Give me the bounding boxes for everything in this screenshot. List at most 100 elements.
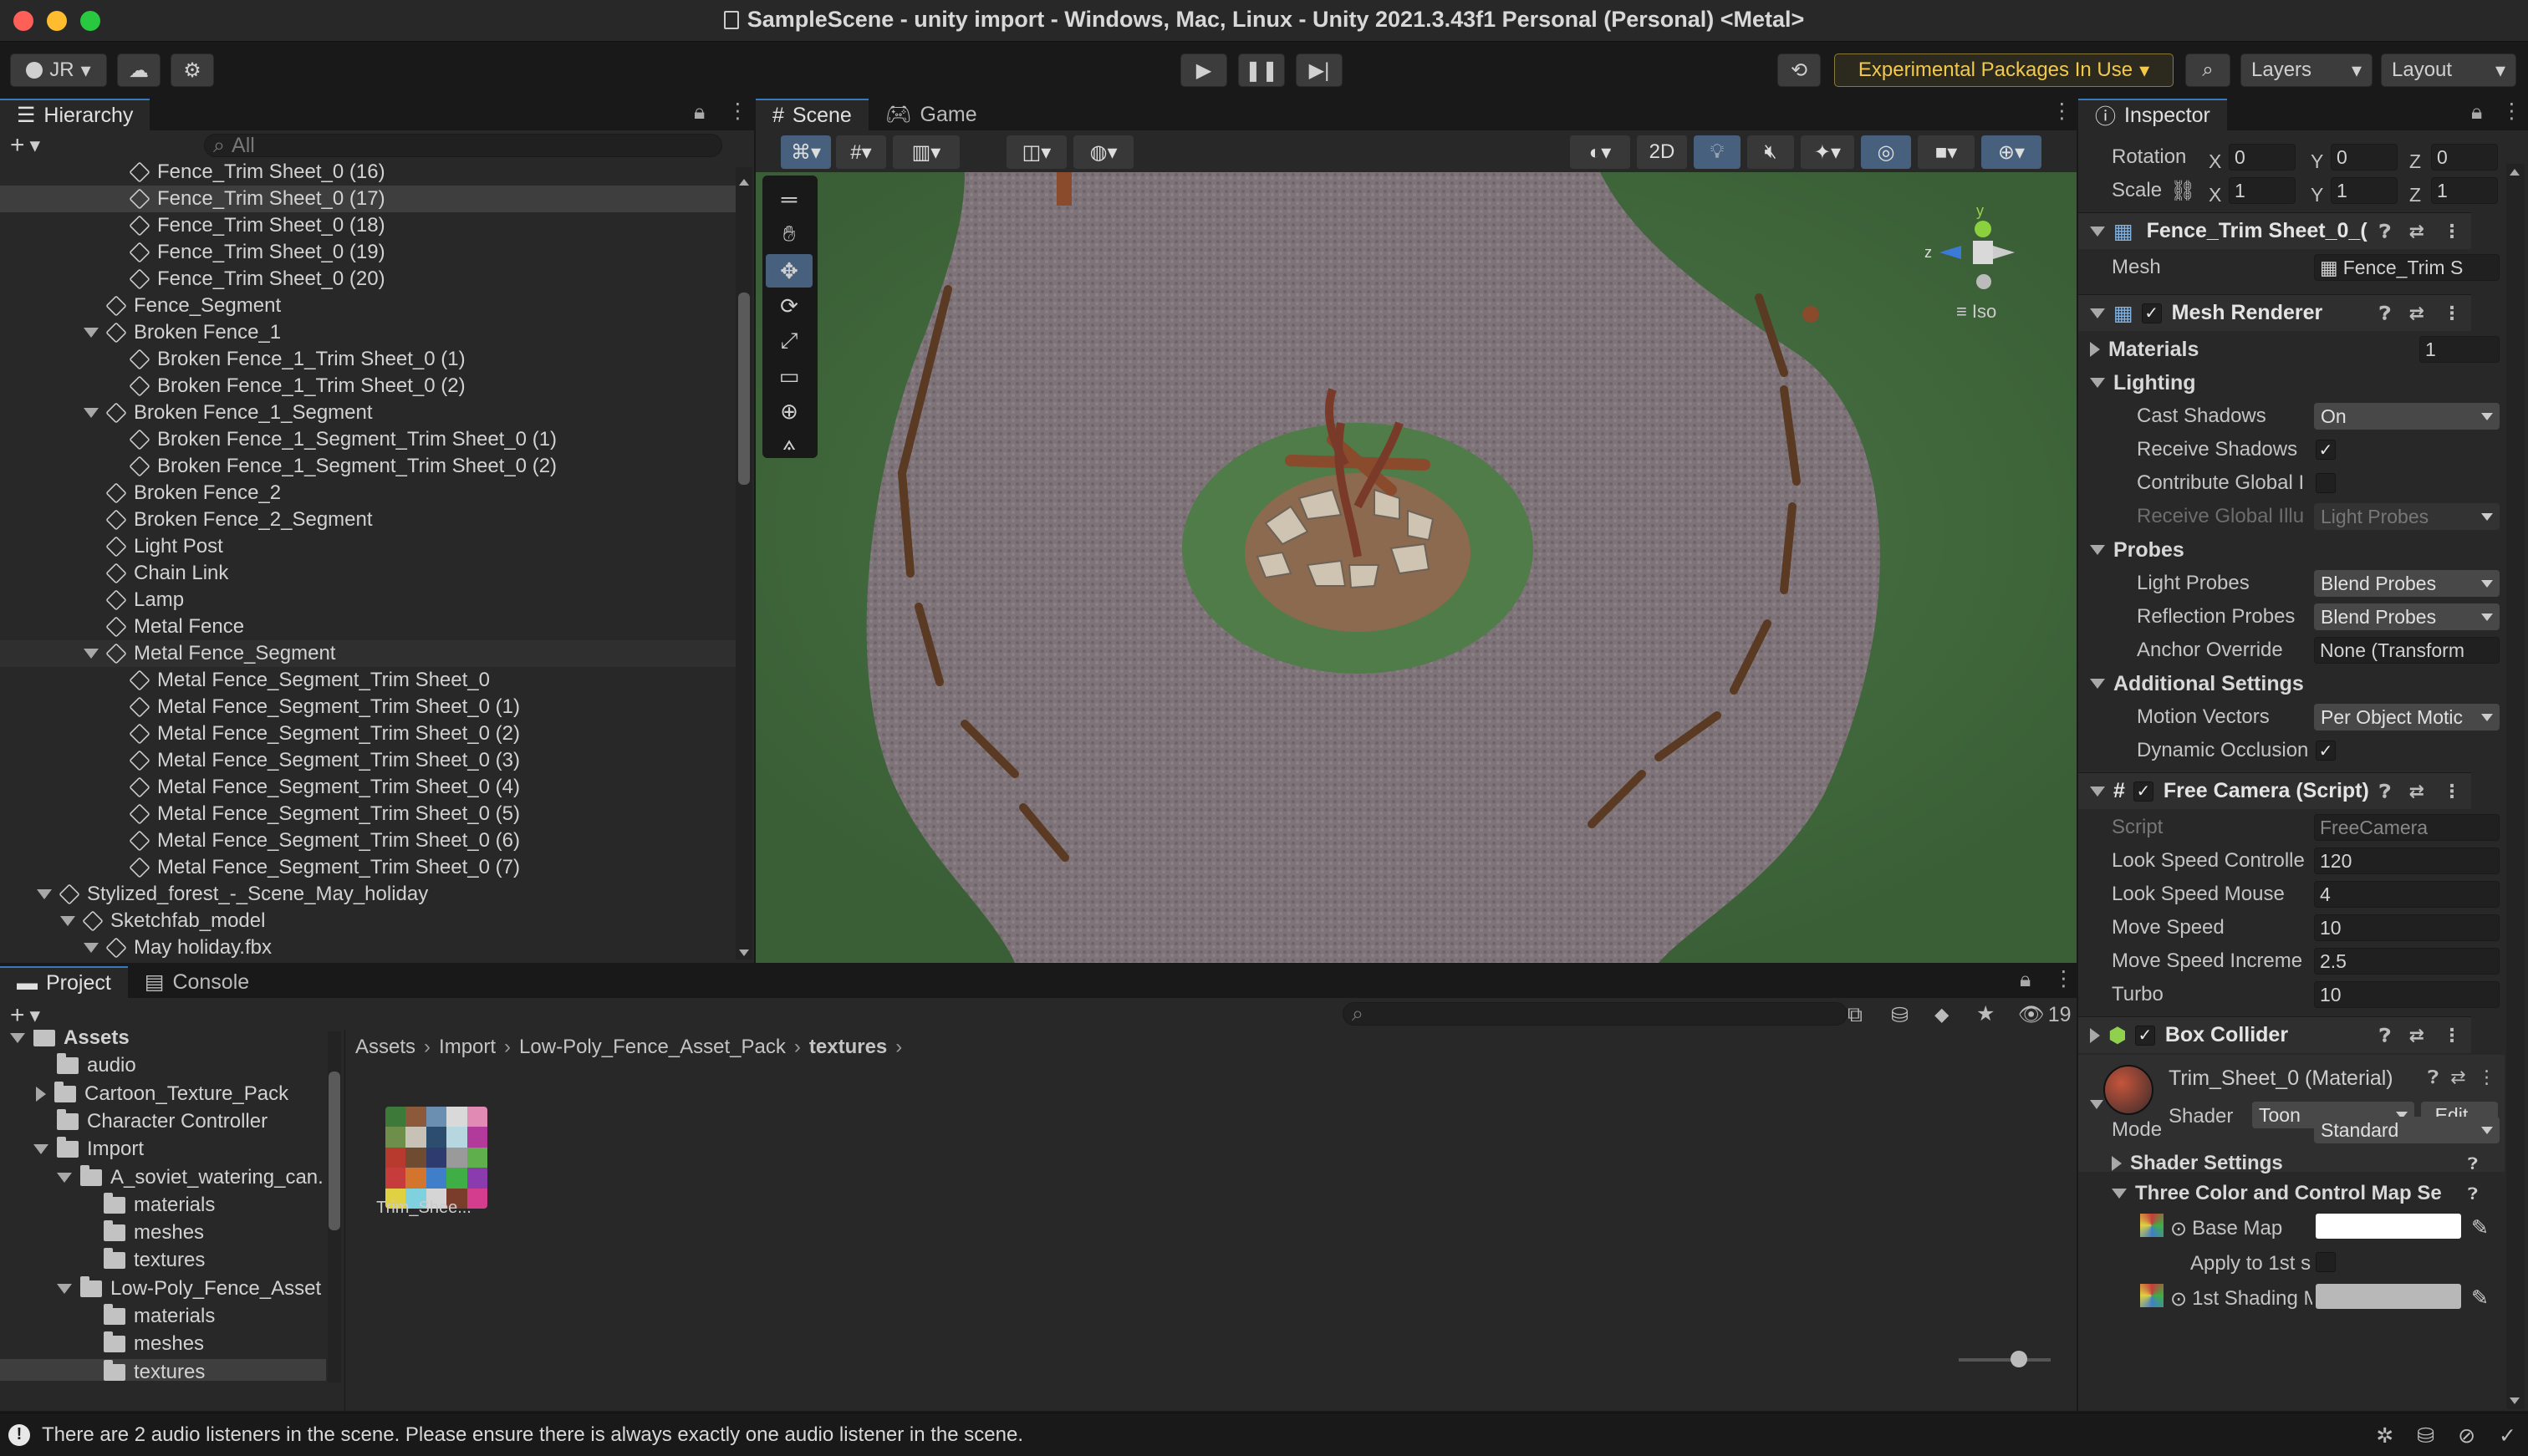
hierarchy-item[interactable]: Fence_Trim Sheet_0 (19): [0, 239, 736, 266]
shader-settings-section[interactable]: Shader Settings: [2112, 1147, 2505, 1180]
zoom-slider[interactable]: [1959, 1351, 2051, 1367]
collapse-icon[interactable]: [84, 649, 99, 659]
kebab-menu-icon[interactable]: ⋮: [2443, 221, 2461, 242]
mesh-renderer-enabled-checkbox[interactable]: ✓: [2141, 303, 2162, 323]
hierarchy-item[interactable]: Metal Fence_Segment_Trim Sheet_0 (3): [0, 747, 736, 774]
rect-tool-icon[interactable]: ▭: [766, 359, 813, 393]
visibility-toggle[interactable]: ◎: [1861, 135, 1911, 169]
hierarchy-item[interactable]: May holiday.fbx: [0, 934, 736, 961]
collapse-icon[interactable]: [2090, 545, 2105, 555]
collapse-icon[interactable]: [84, 408, 99, 418]
help-icon[interactable]: ❓︎: [2379, 303, 2390, 324]
reflection-probes-dropdown[interactable]: Blend Probes: [2314, 603, 2500, 630]
hierarchy-item[interactable]: Broken Fence_2: [0, 480, 736, 507]
hierarchy-item[interactable]: Metal Fence_Segment_Trim Sheet_0 (2): [0, 720, 736, 747]
hierarchy-item[interactable]: Metal Fence_Segment_Trim Sheet_0 (1): [0, 694, 736, 720]
hierarchy-search-input[interactable]: ⌕ All: [204, 134, 722, 157]
hierarchy-item[interactable]: Light Post: [0, 533, 736, 560]
tab-scene[interactable]: # Scene: [756, 99, 869, 130]
project-folder-item[interactable]: Low-Poly_Fence_Asset: [0, 1275, 326, 1302]
box-collider-enabled-checkbox[interactable]: ✓: [2134, 1025, 2155, 1046]
scroll-down-icon[interactable]: [739, 949, 749, 956]
light-probes-dropdown[interactable]: Blend Probes: [2314, 570, 2500, 597]
hierarchy-item[interactable]: Broken Fence_1_Segment_Trim Sheet_0 (2): [0, 453, 736, 480]
box-collider-header[interactable]: ⬢ ✓ Box Collider ❓︎ ⇄ ⋮: [2078, 1016, 2471, 1053]
project-folder-item[interactable]: Import: [0, 1136, 326, 1163]
hierarchy-item[interactable]: Broken Fence_1: [0, 319, 736, 346]
collapse-icon[interactable]: [57, 1283, 72, 1294]
scale-x-field[interactable]: 1: [2229, 177, 2296, 204]
hierarchy-item[interactable]: Fence_Trim Sheet_0 (16): [0, 162, 736, 186]
motion-vectors-dropdown[interactable]: Per Object Motic: [2314, 704, 2500, 731]
collapse-icon[interactable]: [2090, 308, 2105, 318]
scroll-down-icon[interactable]: [2510, 1397, 2520, 1404]
lighting-section[interactable]: Lighting: [2078, 366, 2471, 400]
gizmo-neg-y-axis[interactable]: [1976, 274, 1991, 289]
three-color-section[interactable]: Three Color and Control Map Se: [2112, 1177, 2480, 1210]
scale-y-field[interactable]: 1: [2331, 177, 2398, 204]
create-button[interactable]: + ▾: [10, 131, 40, 160]
audio-toggle[interactable]: 🔇︎: [1747, 135, 1794, 169]
collapse-icon[interactable]: [37, 889, 52, 899]
inspector-scrollbar[interactable]: [2506, 164, 2525, 1409]
turbo-field[interactable]: 10: [2314, 981, 2500, 1008]
hierarchy-item[interactable]: Lamp: [0, 587, 736, 613]
kebab-menu-icon[interactable]: ⋮: [2443, 303, 2461, 324]
free-camera-enabled-checkbox[interactable]: ✓: [2133, 781, 2153, 802]
debug-icon[interactable]: ✲: [2376, 1423, 2393, 1448]
breadcrumb-item[interactable]: textures: [809, 1036, 887, 1059]
hierarchy-item[interactable]: Broken Fence_1_Segment_Trim Sheet_0 (1): [0, 426, 736, 453]
collapse-icon[interactable]: [10, 1033, 25, 1043]
kebab-menu-icon[interactable]: ⋮: [727, 99, 748, 124]
expand-icon[interactable]: [36, 1086, 46, 1102]
global-toggle[interactable]: ◍▾: [1073, 135, 1134, 169]
increment-snap[interactable]: ▥▾: [893, 135, 960, 169]
anchor-override-field[interactable]: None (Transform: [2314, 637, 2500, 664]
collapse-icon[interactable]: [60, 916, 75, 926]
project-tree-scroll-thumb[interactable]: [329, 1072, 340, 1230]
project-folder-item[interactable]: audio: [0, 1052, 326, 1079]
move-speed-field[interactable]: 10: [2314, 914, 2500, 941]
hierarchy-item[interactable]: Metal Fence_Segment_Trim Sheet_0 (4): [0, 774, 736, 801]
hierarchy-item[interactable]: Fence_Trim Sheet_0 (18): [0, 212, 736, 239]
additional-settings-section[interactable]: Additional Settings: [2078, 667, 2471, 700]
hierarchy-item[interactable]: Broken Fence_1_Trim Sheet_0 (1): [0, 346, 736, 373]
rotate-tool-icon[interactable]: ⟳: [766, 289, 813, 323]
tab-inspector[interactable]: ⓘ Inspector: [2078, 99, 2227, 130]
collapse-icon[interactable]: [2090, 226, 2105, 237]
materials-section[interactable]: Materials: [2078, 333, 2471, 366]
network-off-icon[interactable]: ⊘: [2458, 1423, 2475, 1448]
shading-mode-dropdown[interactable]: ◐▾: [1570, 135, 1630, 169]
hierarchy-item[interactable]: Fence_Trim Sheet_0 (17): [0, 186, 736, 212]
free-camera-header[interactable]: # ✓ Free Camera (Script) ❓︎ ⇄ ⋮: [2078, 772, 2471, 809]
preset-icon[interactable]: ⇄: [2409, 1025, 2424, 1046]
search-button[interactable]: ⌕: [2185, 53, 2230, 87]
search-by-type-icon[interactable]: ⧉: [1848, 1003, 1863, 1027]
hierarchy-item[interactable]: Metal Fence_Segment_Trim Sheet_0: [0, 667, 736, 694]
breadcrumb-separator-icon[interactable]: ›: [794, 1036, 801, 1059]
pause-button[interactable]: ❚❚: [1238, 53, 1285, 87]
hierarchy-item[interactable]: Fence_Segment: [0, 293, 736, 319]
shading-map-thumbnail[interactable]: [2140, 1284, 2164, 1307]
kebab-menu-icon[interactable]: ⋮: [2053, 966, 2074, 991]
lock-icon[interactable]: 🔒︎: [694, 100, 705, 125]
materials-count-field[interactable]: 1: [2419, 336, 2500, 363]
hierarchy-item[interactable]: Metal Fence_Segment_Trim Sheet_0 (6): [0, 827, 736, 854]
hierarchy-item[interactable]: Metal Fence_Segment_Trim Sheet_0 (5): [0, 801, 736, 827]
play-button[interactable]: ▶: [1180, 53, 1227, 87]
cache-server-icon[interactable]: ⛁: [2417, 1423, 2434, 1448]
hidden-count[interactable]: 👁︎ 19: [2018, 1003, 2072, 1027]
transform-tool-icon[interactable]: ⊕: [766, 395, 813, 428]
hierarchy-item[interactable]: Metal Fence_Segment_Trim Sheet_0 (7): [0, 854, 736, 881]
hierarchy-scrollbar[interactable]: [736, 167, 752, 960]
collapse-icon[interactable]: [2090, 679, 2105, 689]
contribute-gi-checkbox[interactable]: [2316, 473, 2336, 493]
breadcrumb-item[interactable]: Low-Poly_Fence_Asset_Pack: [519, 1036, 786, 1059]
custom-tool-icon[interactable]: ⟑: [766, 426, 813, 460]
zoom-slider-handle[interactable]: [2011, 1351, 2027, 1367]
scene-viewport[interactable]: ═ ✋︎ ✥ ⟳ ⤢ ▭ ⊕ ⟑ y z ≡ Iso: [756, 172, 2077, 963]
eyedropper-icon[interactable]: ✎: [2471, 1215, 2489, 1240]
breadcrumb-item[interactable]: Import: [439, 1036, 496, 1059]
account-dropdown[interactable]: JR ▾: [10, 53, 107, 87]
project-search-input[interactable]: ⌕: [1343, 1002, 1848, 1026]
